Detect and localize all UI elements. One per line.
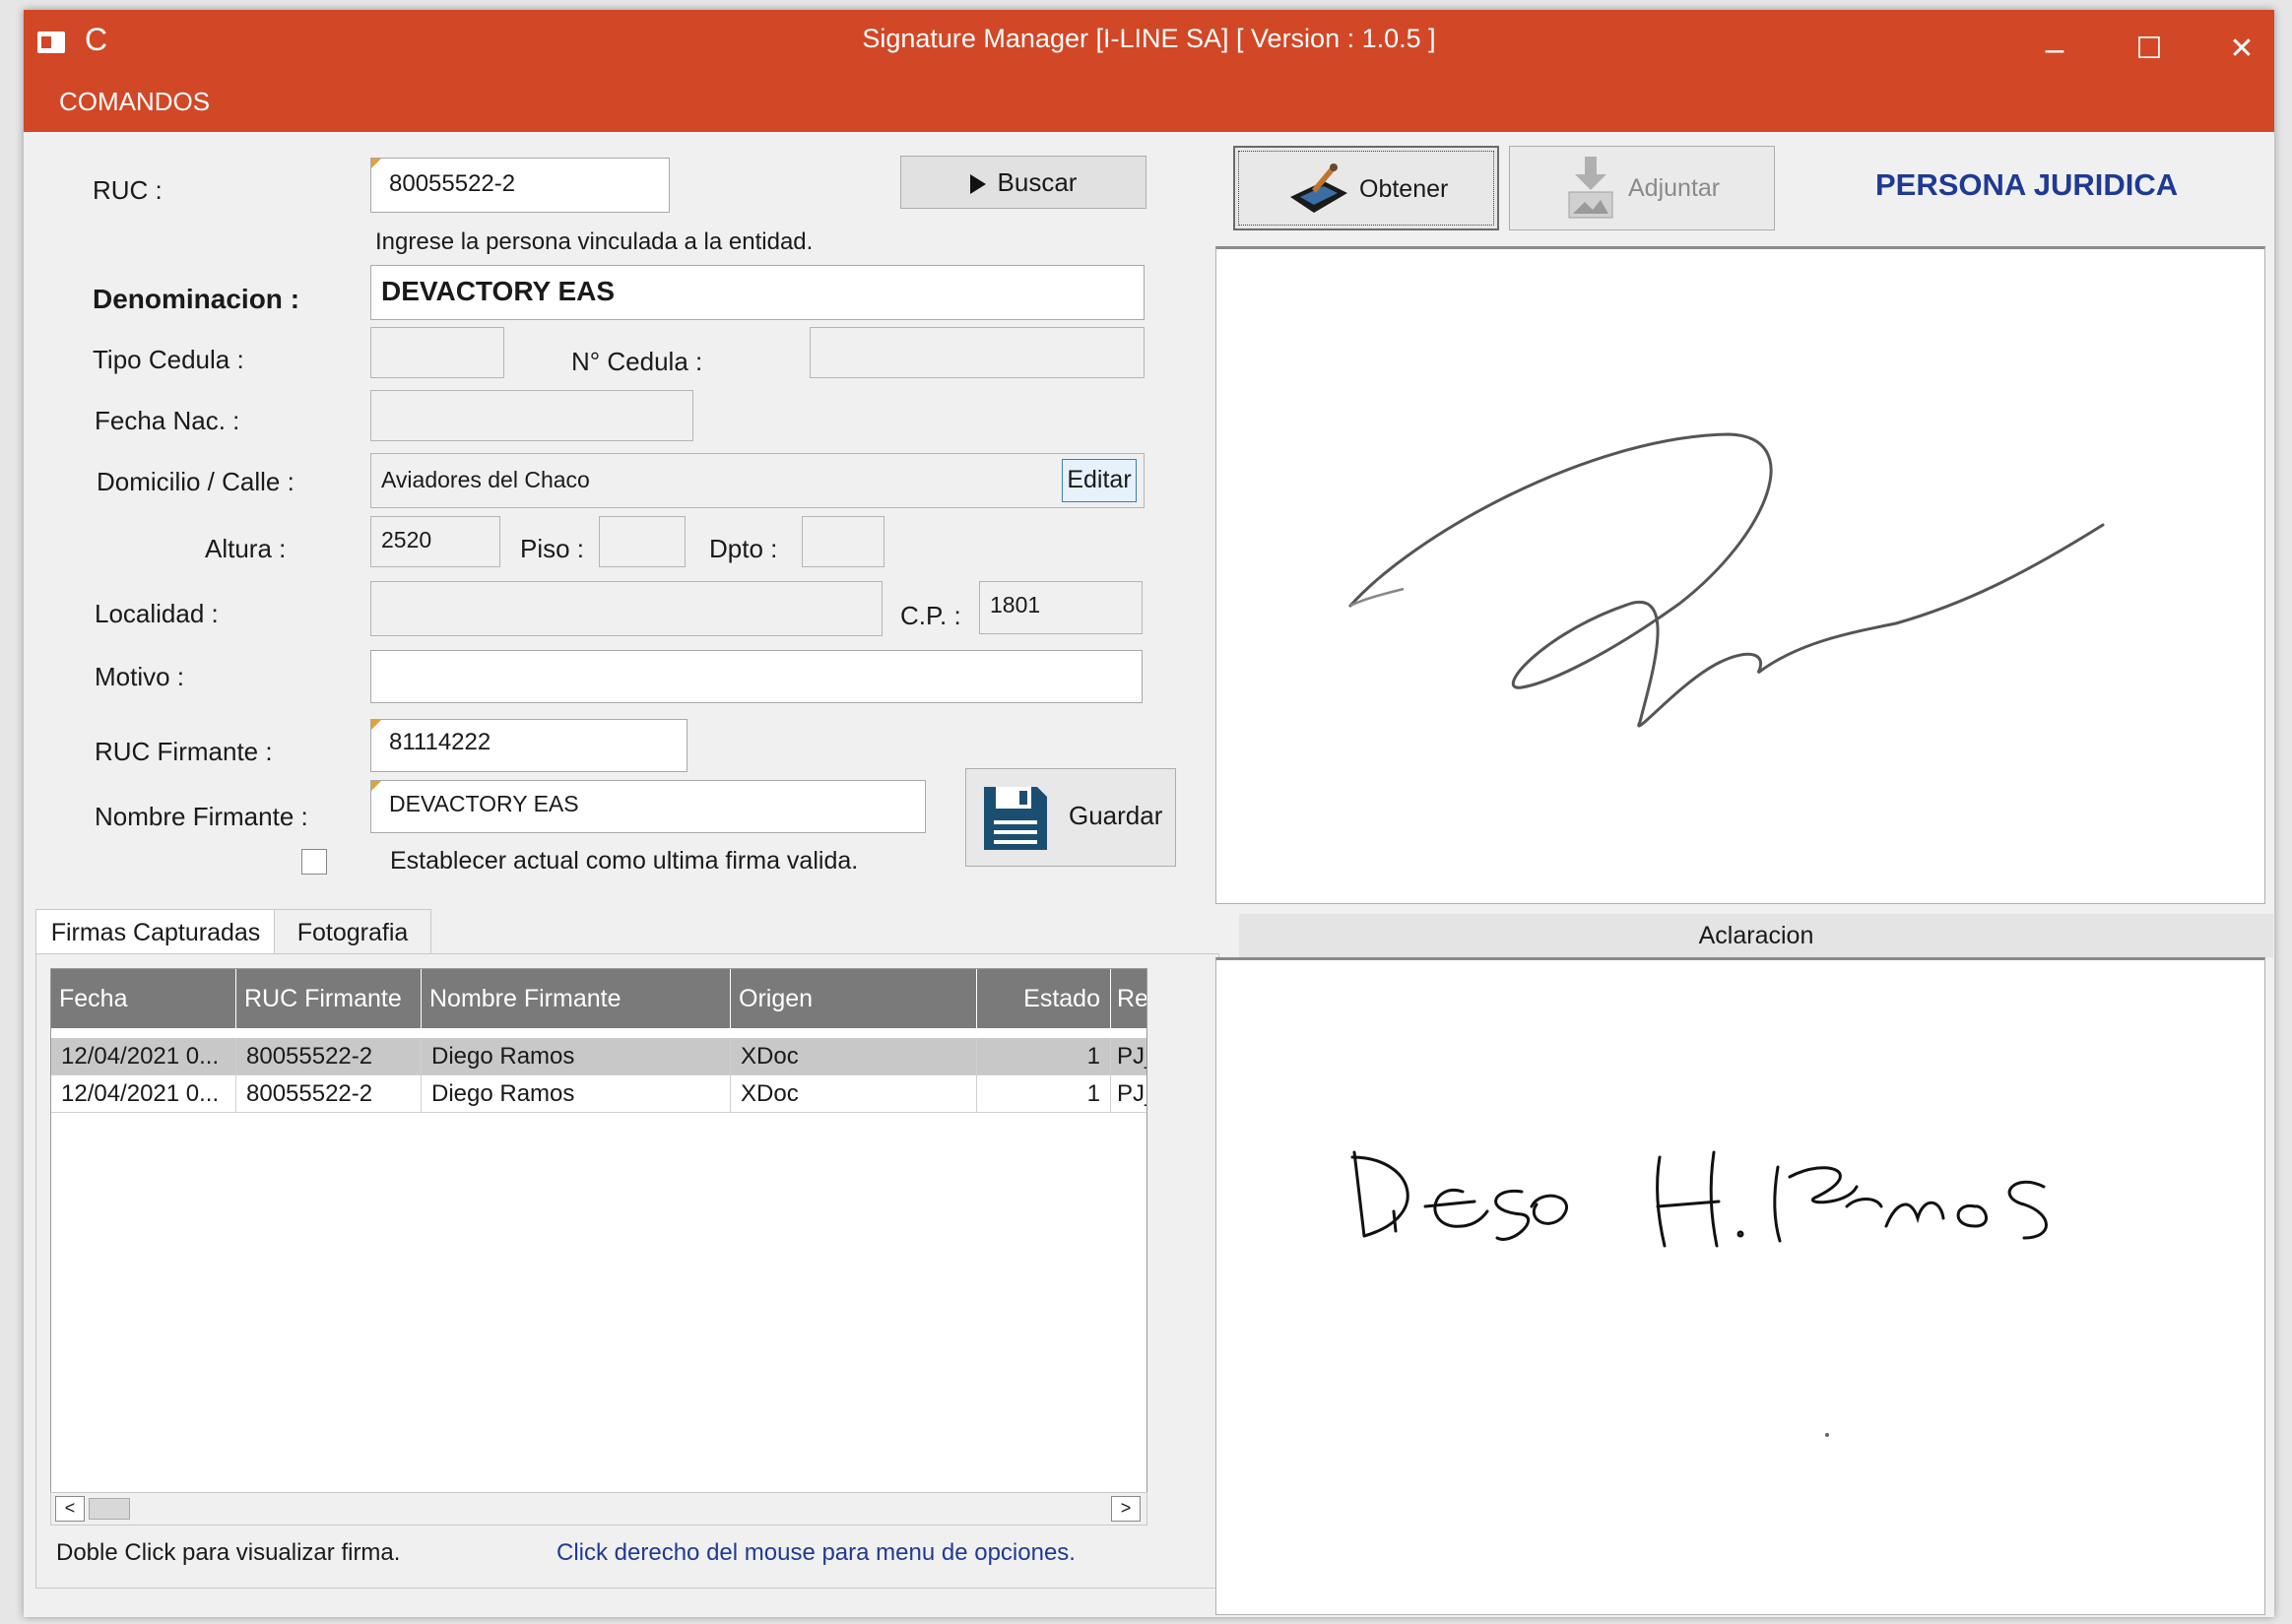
ruc-value: 80055522-2: [389, 170, 516, 197]
ruc-label: RUC :: [93, 175, 163, 205]
fecha-nac-input[interactable]: [370, 390, 693, 441]
guardar-button[interactable]: Guardar: [965, 768, 1176, 867]
cell-estado: 1: [977, 1075, 1111, 1113]
aclaracion-drawing: [1350, 1150, 2048, 1437]
col-ruc-firmante[interactable]: RUC Firmante: [236, 969, 422, 1028]
maximize-button[interactable]: ☐: [2120, 28, 2179, 71]
cell-origen: XDoc: [731, 1038, 977, 1075]
obtener-label: Obtener: [1359, 175, 1449, 203]
adjuntar-button[interactable]: Adjuntar: [1509, 146, 1775, 230]
scroll-thumb[interactable]: [89, 1498, 130, 1520]
buscar-button[interactable]: Buscar: [900, 156, 1146, 209]
required-marker: [371, 781, 381, 791]
attach-image-icon: [1568, 157, 1613, 219]
cell-re: PJ_: [1111, 1075, 1146, 1113]
click-derecho-hint: Click derecho del mouse para menu de opc…: [557, 1539, 1076, 1566]
localidad-input[interactable]: [370, 581, 883, 636]
cell-nombre: Diego Ramos: [422, 1038, 731, 1075]
signature-canvas[interactable]: [1215, 246, 2265, 904]
cell-origen: XDoc: [731, 1075, 977, 1113]
guardar-label: Guardar: [1069, 801, 1163, 830]
table-row[interactable]: 12/04/2021 0... 80055522-2 Diego Ramos X…: [51, 1038, 1146, 1075]
ruc-firmante-input[interactable]: 81114222: [370, 719, 688, 772]
firmas-panel: Fecha RUC Firmante Nombre Firmante Orige…: [35, 953, 1219, 1589]
fecha-nac-label: Fecha Nac. :: [95, 406, 240, 435]
minimize-button[interactable]: –: [2025, 28, 2084, 71]
title-bar: C Signature Manager [I-LINE SA] [ Versio…: [24, 10, 2274, 132]
col-nombre-firmante[interactable]: Nombre Firmante: [422, 969, 731, 1028]
tipo-cedula-label: Tipo Cedula :: [93, 345, 244, 374]
piso-input[interactable]: [599, 516, 686, 567]
required-marker: [371, 159, 381, 168]
editar-button[interactable]: Editar: [1062, 459, 1137, 502]
cell-re: PJ_: [1111, 1038, 1146, 1075]
tab-fotografia[interactable]: Fotografia: [274, 909, 431, 955]
signature-pad-icon: [1290, 163, 1347, 213]
motivo-label: Motivo :: [95, 662, 185, 691]
adjuntar-label: Adjuntar: [1628, 174, 1721, 202]
save-icon: [984, 787, 1047, 850]
firmas-grid[interactable]: Fecha RUC Firmante Nombre Firmante Orige…: [50, 968, 1147, 1522]
cp-label: C.P. :: [900, 601, 961, 630]
cell-estado: 1: [977, 1038, 1111, 1075]
cell-ruc: 80055522-2: [236, 1038, 422, 1075]
motivo-input[interactable]: [370, 650, 1143, 703]
cell-ruc: 80055522-2: [236, 1075, 422, 1113]
ruc-input[interactable]: 80055522-2: [370, 158, 670, 213]
domicilio-value: Aviadores del Chaco: [381, 467, 590, 492]
buscar-label: Buscar: [997, 167, 1078, 197]
aclaracion-header: Aclaracion: [1239, 914, 2273, 957]
doble-click-hint: Doble Click para visualizar firma.: [56, 1539, 401, 1566]
localidad-label: Localidad :: [95, 599, 219, 628]
col-origen[interactable]: Origen: [731, 969, 977, 1028]
nombre-firmante-label: Nombre Firmante :: [95, 802, 308, 831]
horizontal-scrollbar[interactable]: < >: [50, 1492, 1147, 1526]
ruc-firmante-value: 81114222: [389, 729, 491, 755]
nro-cedula-label: N° Cedula :: [571, 347, 703, 376]
nombre-firmante-value: DEVACTORY EAS: [389, 791, 579, 816]
dpto-input[interactable]: [802, 516, 884, 567]
ruc-firmante-label: RUC Firmante :: [95, 737, 273, 766]
menu-comandos[interactable]: COMANDOS: [59, 87, 210, 117]
ultima-firma-checkbox[interactable]: [301, 849, 327, 875]
scroll-right-button[interactable]: >: [1111, 1496, 1141, 1522]
col-fecha[interactable]: Fecha: [51, 969, 236, 1028]
persona-type-label: PERSONA JURIDICA: [1875, 167, 2179, 202]
domicilio-input[interactable]: Aviadores del Chaco: [370, 453, 1145, 508]
cp-input[interactable]: 1801: [979, 581, 1143, 634]
hint-text: Ingrese la persona vinculada a la entida…: [375, 228, 814, 255]
cell-fecha: 12/04/2021 0...: [51, 1038, 236, 1075]
col-estado[interactable]: Estado: [977, 969, 1111, 1028]
obtener-button[interactable]: Obtener: [1233, 146, 1499, 230]
signature-drawing: [1348, 432, 2105, 728]
altura-label: Altura :: [205, 534, 287, 563]
signature-manager-window: C Signature Manager [I-LINE SA] [ Versio…: [24, 10, 2274, 1617]
tipo-cedula-input[interactable]: [370, 327, 504, 378]
denominacion-label: Denominacion :: [93, 284, 300, 314]
window-title: Signature Manager [I-LINE SA] [ Version …: [862, 24, 1436, 53]
domicilio-label: Domicilio / Calle :: [97, 467, 295, 496]
cell-nombre: Diego Ramos: [422, 1075, 731, 1113]
required-marker: [371, 720, 381, 730]
dpto-label: Dpto :: [709, 534, 778, 563]
tab-firmas-capturadas[interactable]: Firmas Capturadas: [35, 909, 276, 957]
play-icon: [969, 174, 986, 195]
denominacion-input[interactable]: DEVACTORY EAS: [370, 265, 1145, 320]
altura-input[interactable]: 2520: [370, 516, 500, 567]
close-button[interactable]: ✕: [2212, 28, 2271, 71]
col-re[interactable]: Re: [1111, 969, 1146, 1028]
nro-cedula-input[interactable]: [810, 327, 1145, 378]
piso-label: Piso :: [520, 534, 585, 563]
grid-header: Fecha RUC Firmante Nombre Firmante Orige…: [51, 969, 1146, 1028]
scroll-left-button[interactable]: <: [55, 1496, 85, 1522]
ultima-firma-label: Establecer actual como ultima firma vali…: [390, 847, 859, 875]
cell-fecha: 12/04/2021 0...: [51, 1075, 236, 1113]
aclaracion-canvas[interactable]: [1215, 957, 2265, 1615]
nombre-firmante-input[interactable]: DEVACTORY EAS: [370, 780, 926, 833]
table-row[interactable]: 12/04/2021 0... 80055522-2 Diego Ramos X…: [51, 1075, 1146, 1113]
